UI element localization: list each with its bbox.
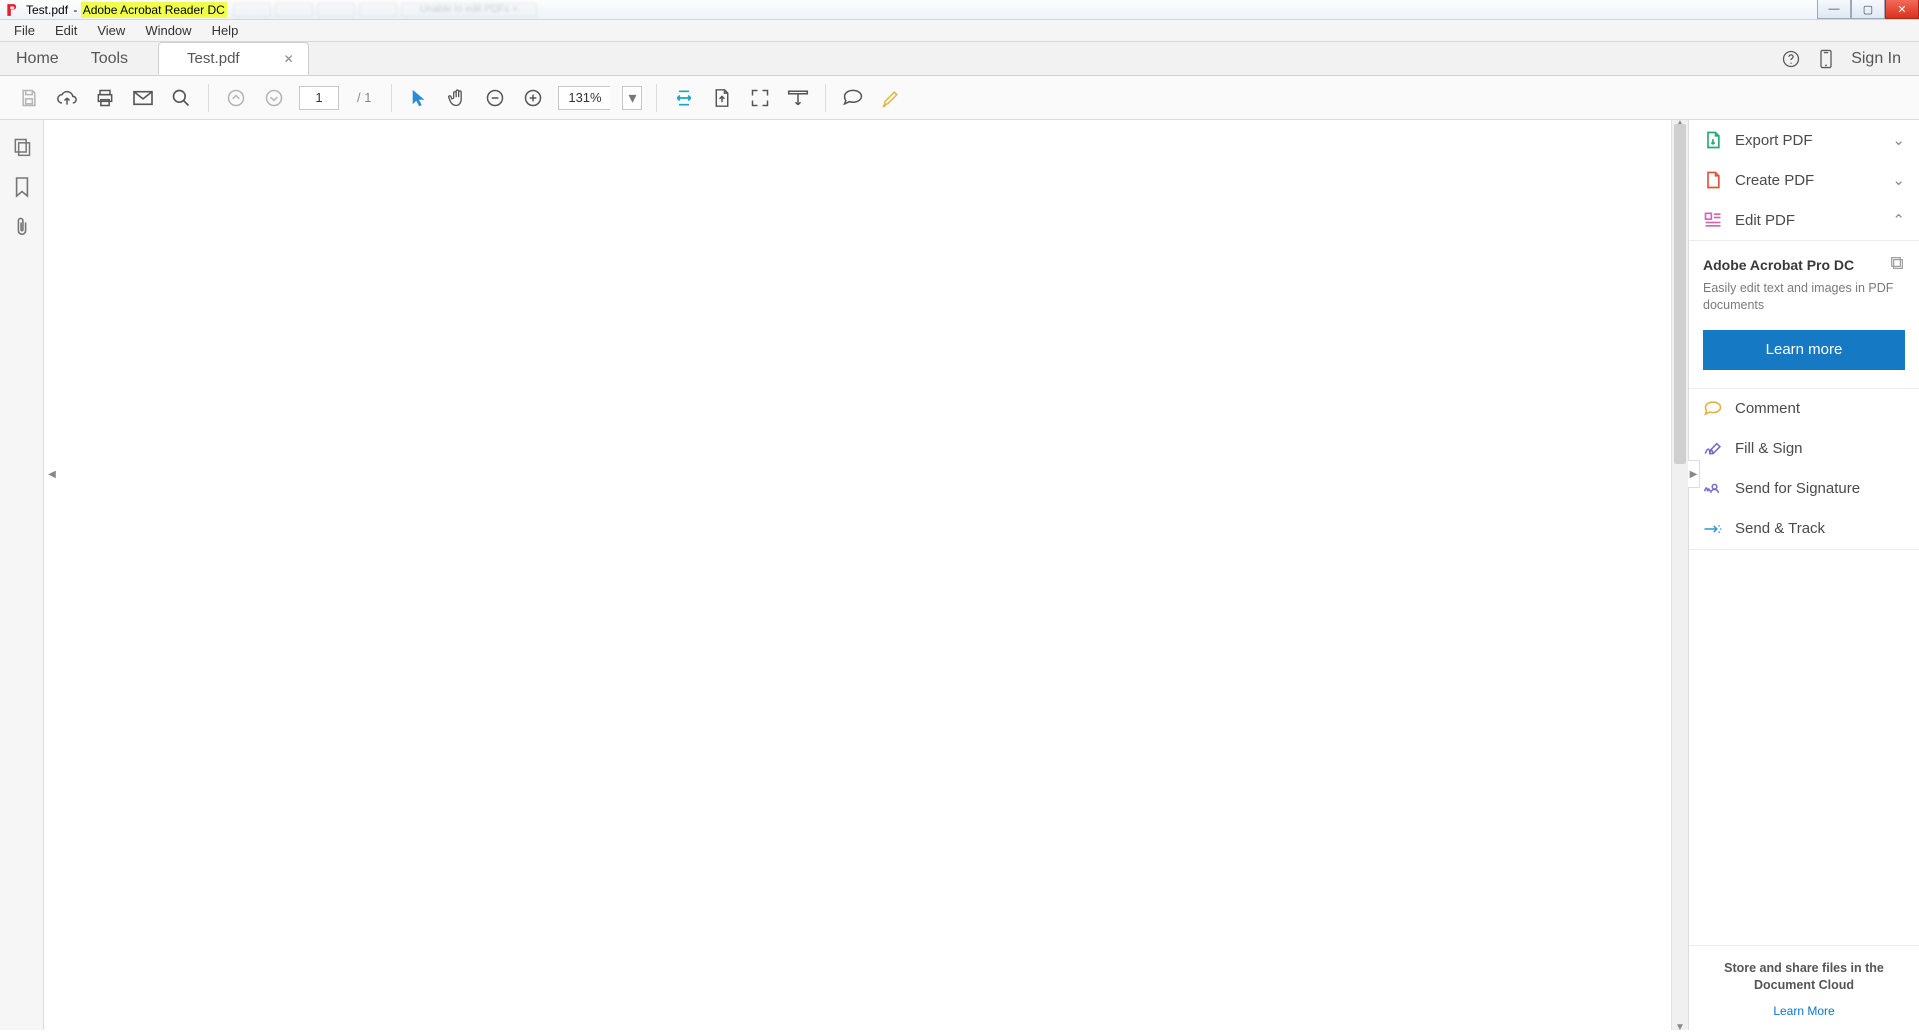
zoom-out-icon[interactable] <box>482 85 508 111</box>
selection-arrow-icon[interactable] <box>406 85 432 111</box>
acrobat-icon <box>4 2 20 18</box>
chevron-up-icon: ⌃ <box>1892 211 1905 229</box>
bookmark-icon[interactable] <box>9 174 35 200</box>
menu-help[interactable]: Help <box>202 21 249 40</box>
background-browser-tabs: Unable to edit PDFs × <box>233 3 537 17</box>
thumbnails-icon[interactable] <box>9 134 35 160</box>
document-viewport[interactable]: ◀ ▲ ▼ ▶ <box>44 120 1689 1030</box>
highlight-icon[interactable] <box>878 85 904 111</box>
hand-icon[interactable] <box>444 85 470 111</box>
search-icon[interactable] <box>168 85 194 111</box>
menu-view[interactable]: View <box>87 21 135 40</box>
collapse-right-panel-icon[interactable]: ▶ <box>1688 460 1700 488</box>
edit-pdf-promo: Adobe Acrobat Pro DC Easily edit text an… <box>1689 241 1919 389</box>
left-navigation-rail <box>0 120 44 1030</box>
page-total-label: / 1 <box>351 90 377 105</box>
separator <box>391 84 392 112</box>
tool-edit-pdf[interactable]: Edit PDF ⌃ <box>1689 200 1919 240</box>
window-title: Test.pdf - Adobe Acrobat Reader DC <box>24 3 227 17</box>
ghost-tab <box>233 3 271 17</box>
send-track-icon <box>1703 519 1723 539</box>
tabstrip: Home Tools Test.pdf ✕ Sign In <box>0 42 1919 76</box>
separator <box>825 84 826 112</box>
comment-icon <box>1703 399 1723 419</box>
tool-comment[interactable]: Comment <box>1689 389 1919 429</box>
title-file: Test.pdf <box>24 2 70 18</box>
export-pdf-icon <box>1703 130 1723 150</box>
mode-tools[interactable]: Tools <box>75 42 144 75</box>
read-mode-icon[interactable] <box>785 85 811 111</box>
mode-home[interactable]: Home <box>0 42 75 75</box>
title-app: Adobe Acrobat Reader DC <box>81 2 227 18</box>
cloud-footer: Store and share files in the Document Cl… <box>1689 945 1919 1030</box>
tool-label: Send for Signature <box>1735 480 1860 497</box>
document-tab-label: Test.pdf <box>187 50 240 67</box>
menu-edit[interactable]: Edit <box>45 21 87 40</box>
tool-send-signature[interactable]: Send for Signature <box>1689 469 1919 509</box>
help-icon[interactable] <box>1781 49 1801 69</box>
cloud-footer-title: Store and share files in the Document Cl… <box>1703 960 1905 994</box>
cloud-icon[interactable] <box>54 85 80 111</box>
promo-link-icon[interactable] <box>1889 255 1905 274</box>
collapse-left-nav-icon[interactable]: ◀ <box>46 460 58 488</box>
tool-export-pdf[interactable]: Export PDF ⌄ <box>1689 120 1919 160</box>
send-signature-icon <box>1703 479 1723 499</box>
zoom-dropdown-icon[interactable]: ▾ <box>622 86 642 110</box>
create-pdf-icon <box>1703 170 1723 190</box>
chevron-down-icon: ⌄ <box>1892 171 1905 189</box>
page-number-input[interactable] <box>299 86 339 110</box>
tool-label: Send & Track <box>1735 520 1825 537</box>
zoom-in-icon[interactable] <box>520 85 546 111</box>
ghost-tab <box>359 3 397 17</box>
tool-label: Create PDF <box>1735 172 1814 189</box>
promo-subtitle: Easily edit text and images in PDF docum… <box>1703 280 1905 314</box>
learn-more-button[interactable]: Learn more <box>1703 330 1905 370</box>
titlebar: Test.pdf - Adobe Acrobat Reader DC Unabl… <box>0 0 1919 20</box>
page-down-icon[interactable] <box>261 85 287 111</box>
page-up-icon[interactable] <box>223 85 249 111</box>
tool-label: Fill & Sign <box>1735 440 1803 457</box>
cloud-learn-more-link[interactable]: Learn More <box>1773 1004 1834 1018</box>
fit-width-icon[interactable] <box>671 85 697 111</box>
mobile-icon[interactable] <box>1817 49 1835 69</box>
menubar: File Edit View Window Help <box>0 20 1919 42</box>
save-icon[interactable] <box>16 85 42 111</box>
attachment-icon[interactable] <box>9 214 35 240</box>
minimize-button[interactable]: — <box>1817 0 1851 19</box>
tool-label: Export PDF <box>1735 132 1813 149</box>
tool-label: Edit PDF <box>1735 212 1795 229</box>
ghost-tab <box>317 3 355 17</box>
separator <box>656 84 657 112</box>
comment-bubble-icon[interactable] <box>840 85 866 111</box>
toolbar: / 1 ▾ <box>0 76 1919 120</box>
ghost-tab: Unable to edit PDFs × <box>401 3 537 17</box>
tool-fill-sign[interactable]: Fill & Sign <box>1689 429 1919 469</box>
maximize-button[interactable]: ▢ <box>1851 0 1885 19</box>
tool-create-pdf[interactable]: Create PDF ⌄ <box>1689 160 1919 200</box>
main-area: ◀ ▲ ▼ ▶ Export PDF ⌄ Create PDF ⌄ Edit P… <box>0 120 1919 1030</box>
fullscreen-icon[interactable] <box>747 85 773 111</box>
close-tab-icon[interactable]: ✕ <box>280 52 298 66</box>
menu-file[interactable]: File <box>4 21 45 40</box>
promo-title: Adobe Acrobat Pro DC <box>1703 257 1854 273</box>
document-tab[interactable]: Test.pdf ✕ <box>158 42 309 75</box>
scroll-down-icon[interactable]: ▼ <box>1675 1022 1685 1032</box>
close-button[interactable]: ✕ <box>1885 0 1919 19</box>
print-icon[interactable] <box>92 85 118 111</box>
window-controls: — ▢ ✕ <box>1817 0 1919 19</box>
scrollbar-thumb[interactable] <box>1674 124 1686 464</box>
separator <box>208 84 209 112</box>
chevron-down-icon: ⌄ <box>1892 131 1905 149</box>
fit-page-icon[interactable] <box>709 85 735 111</box>
fill-sign-icon <box>1703 439 1723 459</box>
ghost-tab <box>275 3 313 17</box>
zoom-input[interactable] <box>558 86 610 110</box>
signin-link[interactable]: Sign In <box>1851 50 1901 68</box>
email-icon[interactable] <box>130 85 156 111</box>
tool-label: Comment <box>1735 400 1800 417</box>
tool-send-track[interactable]: Send & Track <box>1689 509 1919 549</box>
edit-pdf-icon <box>1703 210 1723 230</box>
tools-panel: Export PDF ⌄ Create PDF ⌄ Edit PDF ⌃ Ado… <box>1689 120 1919 1030</box>
menu-window[interactable]: Window <box>135 21 201 40</box>
